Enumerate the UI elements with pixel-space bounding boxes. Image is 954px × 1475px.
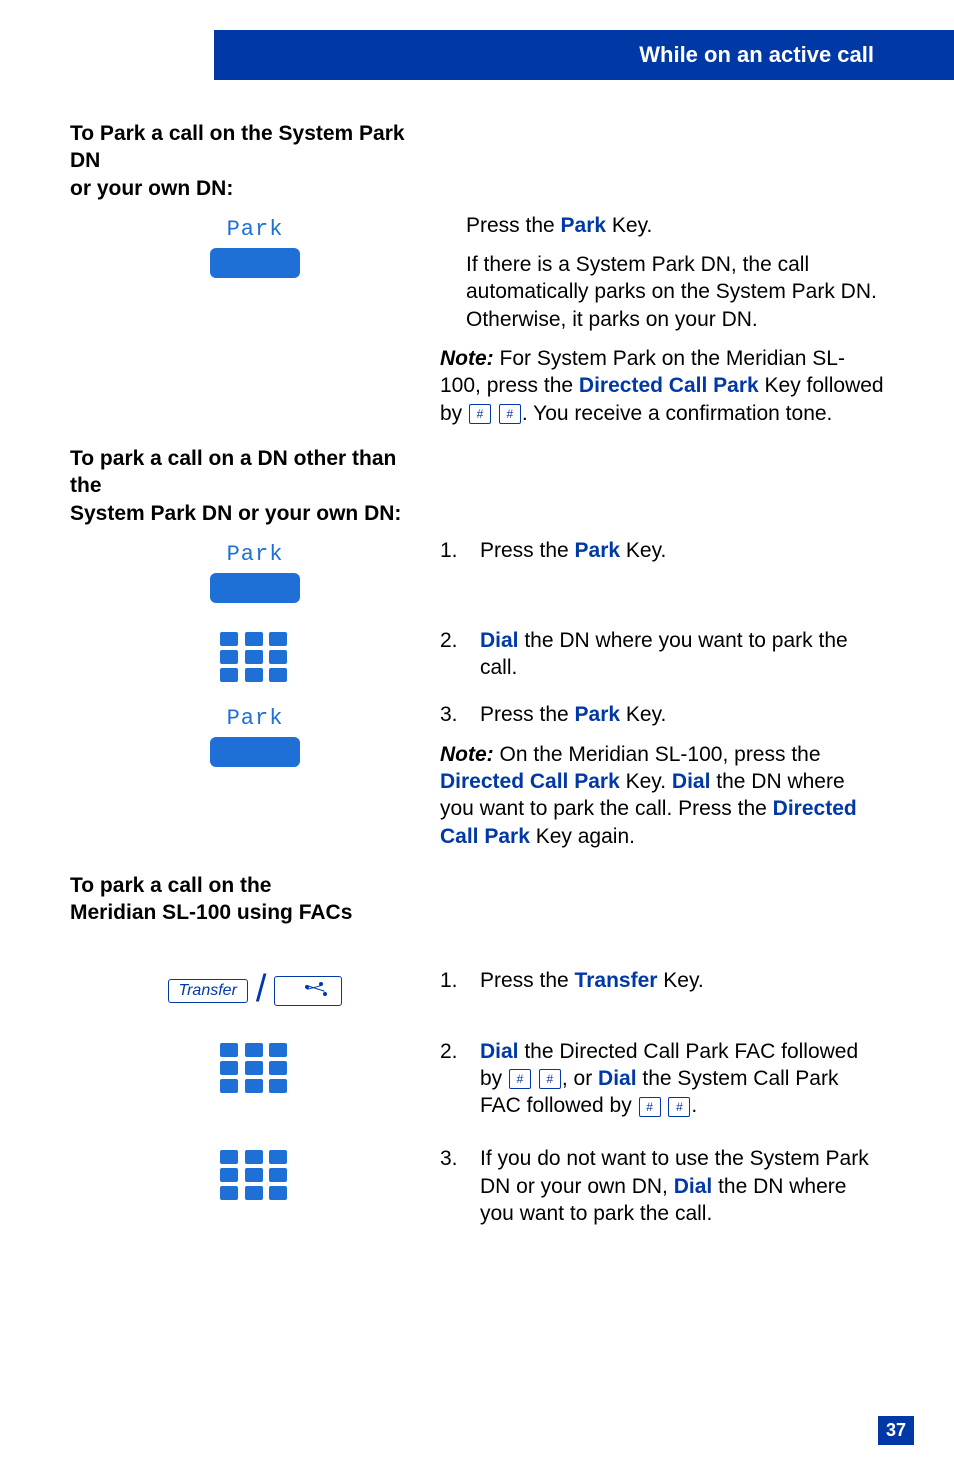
text: .: [691, 1094, 697, 1117]
step-number: 1.: [440, 537, 466, 564]
step-number: 3.: [440, 1145, 466, 1227]
transfer-connect-icon: [274, 976, 342, 1006]
text: . You receive a confirmation tone.: [522, 402, 833, 425]
dial-text: Dial: [480, 629, 519, 652]
section2-heading: To park a call on a DN other than the Sy…: [70, 445, 430, 527]
step-number: 3.: [440, 701, 466, 728]
section3-heading: To park a call on the Meridian SL-100 us…: [70, 872, 430, 927]
text: Press the: [480, 969, 575, 992]
text: Key.: [606, 214, 652, 237]
note-label: Note:: [440, 347, 494, 370]
text: Press the: [480, 703, 575, 726]
section3-heading-line1: To park a call on the: [70, 874, 272, 897]
hash-key-icon: #: [668, 1097, 690, 1117]
section3-step3: 3. If you do not want to use the System …: [440, 1145, 884, 1227]
text: Press the: [466, 214, 561, 237]
hash-key-icon: #: [499, 404, 521, 424]
section2-heading-line2: System Park DN or your own DN:: [70, 502, 401, 525]
transfer-key-label: Transfer: [168, 979, 248, 1003]
text: Key.: [620, 770, 672, 793]
park-softkey-label: Park: [227, 706, 284, 731]
page-header: While on an active call: [70, 30, 884, 80]
section3-step2: 2. Dial the Directed Call Park FAC follo…: [440, 1038, 884, 1120]
section1-heading-line1: To Park a call on the System Park DN: [70, 122, 405, 172]
directed-call-park-text: Directed Call Park: [440, 770, 620, 793]
text: , or: [562, 1067, 598, 1090]
text: Key.: [620, 539, 666, 562]
section3-heading-line2: Meridian SL-100 using FACs: [70, 901, 352, 924]
transfer-key-graphic: Transfer /: [70, 972, 440, 1010]
dial-text: Dial: [480, 1040, 519, 1063]
park-softkey-3: Park: [195, 706, 315, 767]
directed-call-park-text: Directed Call Park: [579, 374, 759, 397]
section2-step3: 3. Press the Park Key.: [440, 701, 884, 728]
park-key-text: Park: [575, 703, 621, 726]
text: Key again.: [530, 825, 635, 848]
transfer-key-text: Transfer: [575, 969, 658, 992]
dial-text: Dial: [598, 1067, 637, 1090]
park-key-text: Park: [561, 214, 607, 237]
dialpad-icon: [220, 632, 290, 682]
step-number: 1.: [440, 967, 466, 994]
park-softkey-button-icon: [210, 737, 300, 767]
dialpad-icon: [220, 1043, 290, 1093]
section2-heading-line1: To park a call on a DN other than the: [70, 447, 396, 497]
dial-text: Dial: [672, 770, 711, 793]
dial-text: Dial: [674, 1175, 713, 1198]
park-softkey-button-icon: [210, 248, 300, 278]
note-label: Note:: [440, 743, 494, 766]
text: Key.: [657, 969, 703, 992]
section3-step1: 1. Press the Transfer Key.: [440, 967, 884, 994]
hash-key-icon: #: [469, 404, 491, 424]
section1-heading: To Park a call on the System Park DN or …: [70, 120, 430, 202]
section1-para1: Press the Park Key.: [466, 212, 884, 239]
hash-key-icon: #: [539, 1069, 561, 1089]
step-number: 2.: [440, 1038, 466, 1120]
dialpad-icon: [220, 1150, 290, 1200]
section2-step2: 2. Dial the DN where you want to park th…: [440, 627, 884, 682]
slash-separator: /: [256, 970, 267, 1008]
text: the DN where you want to park the call.: [480, 629, 848, 679]
step-number: 2.: [440, 627, 466, 682]
section1-heading-line2: or your own DN:: [70, 177, 233, 200]
header-title: While on an active call: [639, 30, 884, 80]
text: Press the: [480, 539, 575, 562]
park-softkey-label: Park: [227, 217, 284, 242]
park-softkey-button-icon: [210, 573, 300, 603]
section2-note: Note: On the Meridian SL-100, press the …: [440, 741, 884, 850]
section2-step1: 1. Press the Park Key.: [440, 537, 884, 564]
park-softkey: Park: [195, 217, 315, 278]
section1-note: Note: For System Park on the Meridian SL…: [440, 345, 884, 427]
hash-key-icon: #: [509, 1069, 531, 1089]
text: Key.: [620, 703, 666, 726]
page-number: 37: [878, 1416, 914, 1445]
park-softkey-label: Park: [227, 542, 284, 567]
park-key-text: Park: [575, 539, 621, 562]
section1-para2: If there is a System Park DN, the call a…: [466, 251, 884, 333]
hash-key-icon: #: [639, 1097, 661, 1117]
park-softkey-2: Park: [195, 542, 315, 603]
text: On the Meridian SL-100, press the: [494, 743, 821, 766]
